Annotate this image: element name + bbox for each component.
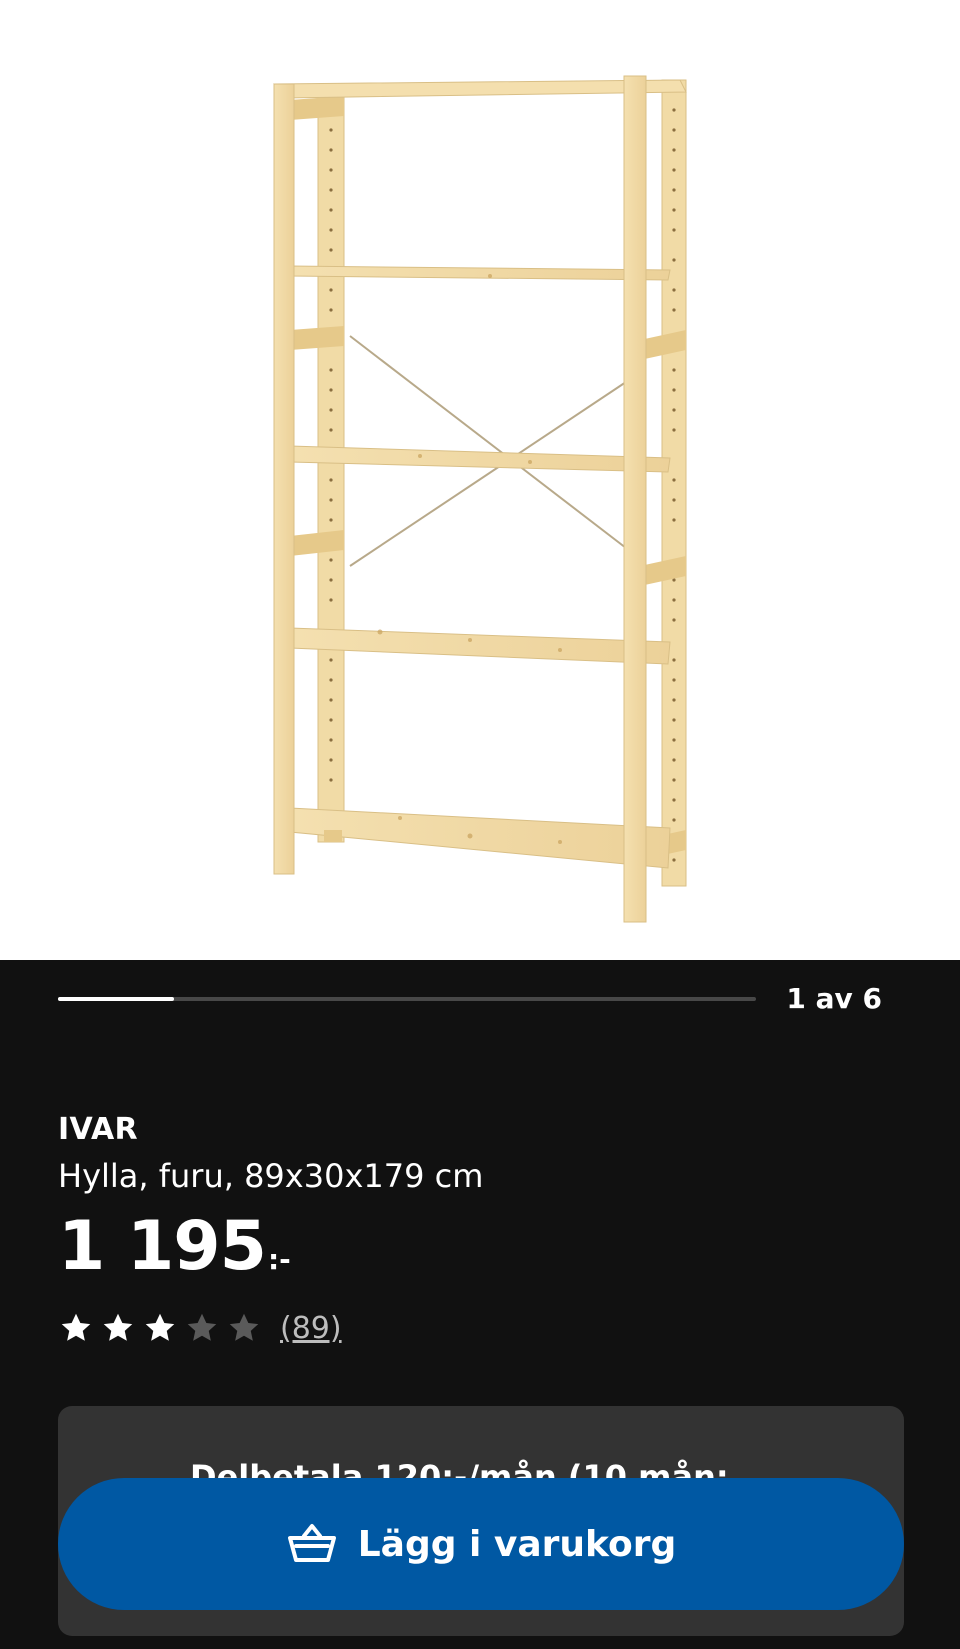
product-description: Hylla, furu, 89x30x179 cm — [58, 1157, 484, 1195]
product-image-gallery[interactable] — [0, 0, 960, 960]
price-suffix: :- — [267, 1243, 291, 1276]
review-count-link[interactable]: (89) — [280, 1311, 342, 1346]
basket-icon — [286, 1522, 338, 1566]
star-icon — [184, 1310, 220, 1346]
star-icon — [142, 1310, 178, 1346]
add-to-cart-label: Lägg i varukorg — [357, 1523, 677, 1565]
add-to-cart-button[interactable]: Lägg i varukorg — [58, 1478, 904, 1610]
carousel-counter: 1 av 6 — [786, 982, 882, 1015]
star-icon — [58, 1310, 94, 1346]
product-rating[interactable]: (89) — [58, 1308, 918, 1348]
price-integer: 1 195 — [58, 1207, 267, 1286]
star-icon — [100, 1310, 136, 1346]
product-name: IVAR — [58, 1112, 138, 1147]
ivar-shelf-image — [273, 75, 687, 923]
carousel-progress-track[interactable] — [58, 997, 756, 1001]
product-price: 1 195 :- — [58, 1206, 918, 1288]
image-carousel-indicator: 1 av 6 — [0, 960, 960, 1040]
star-icon — [226, 1310, 262, 1346]
carousel-progress-fill — [58, 997, 175, 1001]
product-info: IVAR Hylla, furu, 89x30x179 cm 1 195 :- … — [58, 1110, 918, 1348]
